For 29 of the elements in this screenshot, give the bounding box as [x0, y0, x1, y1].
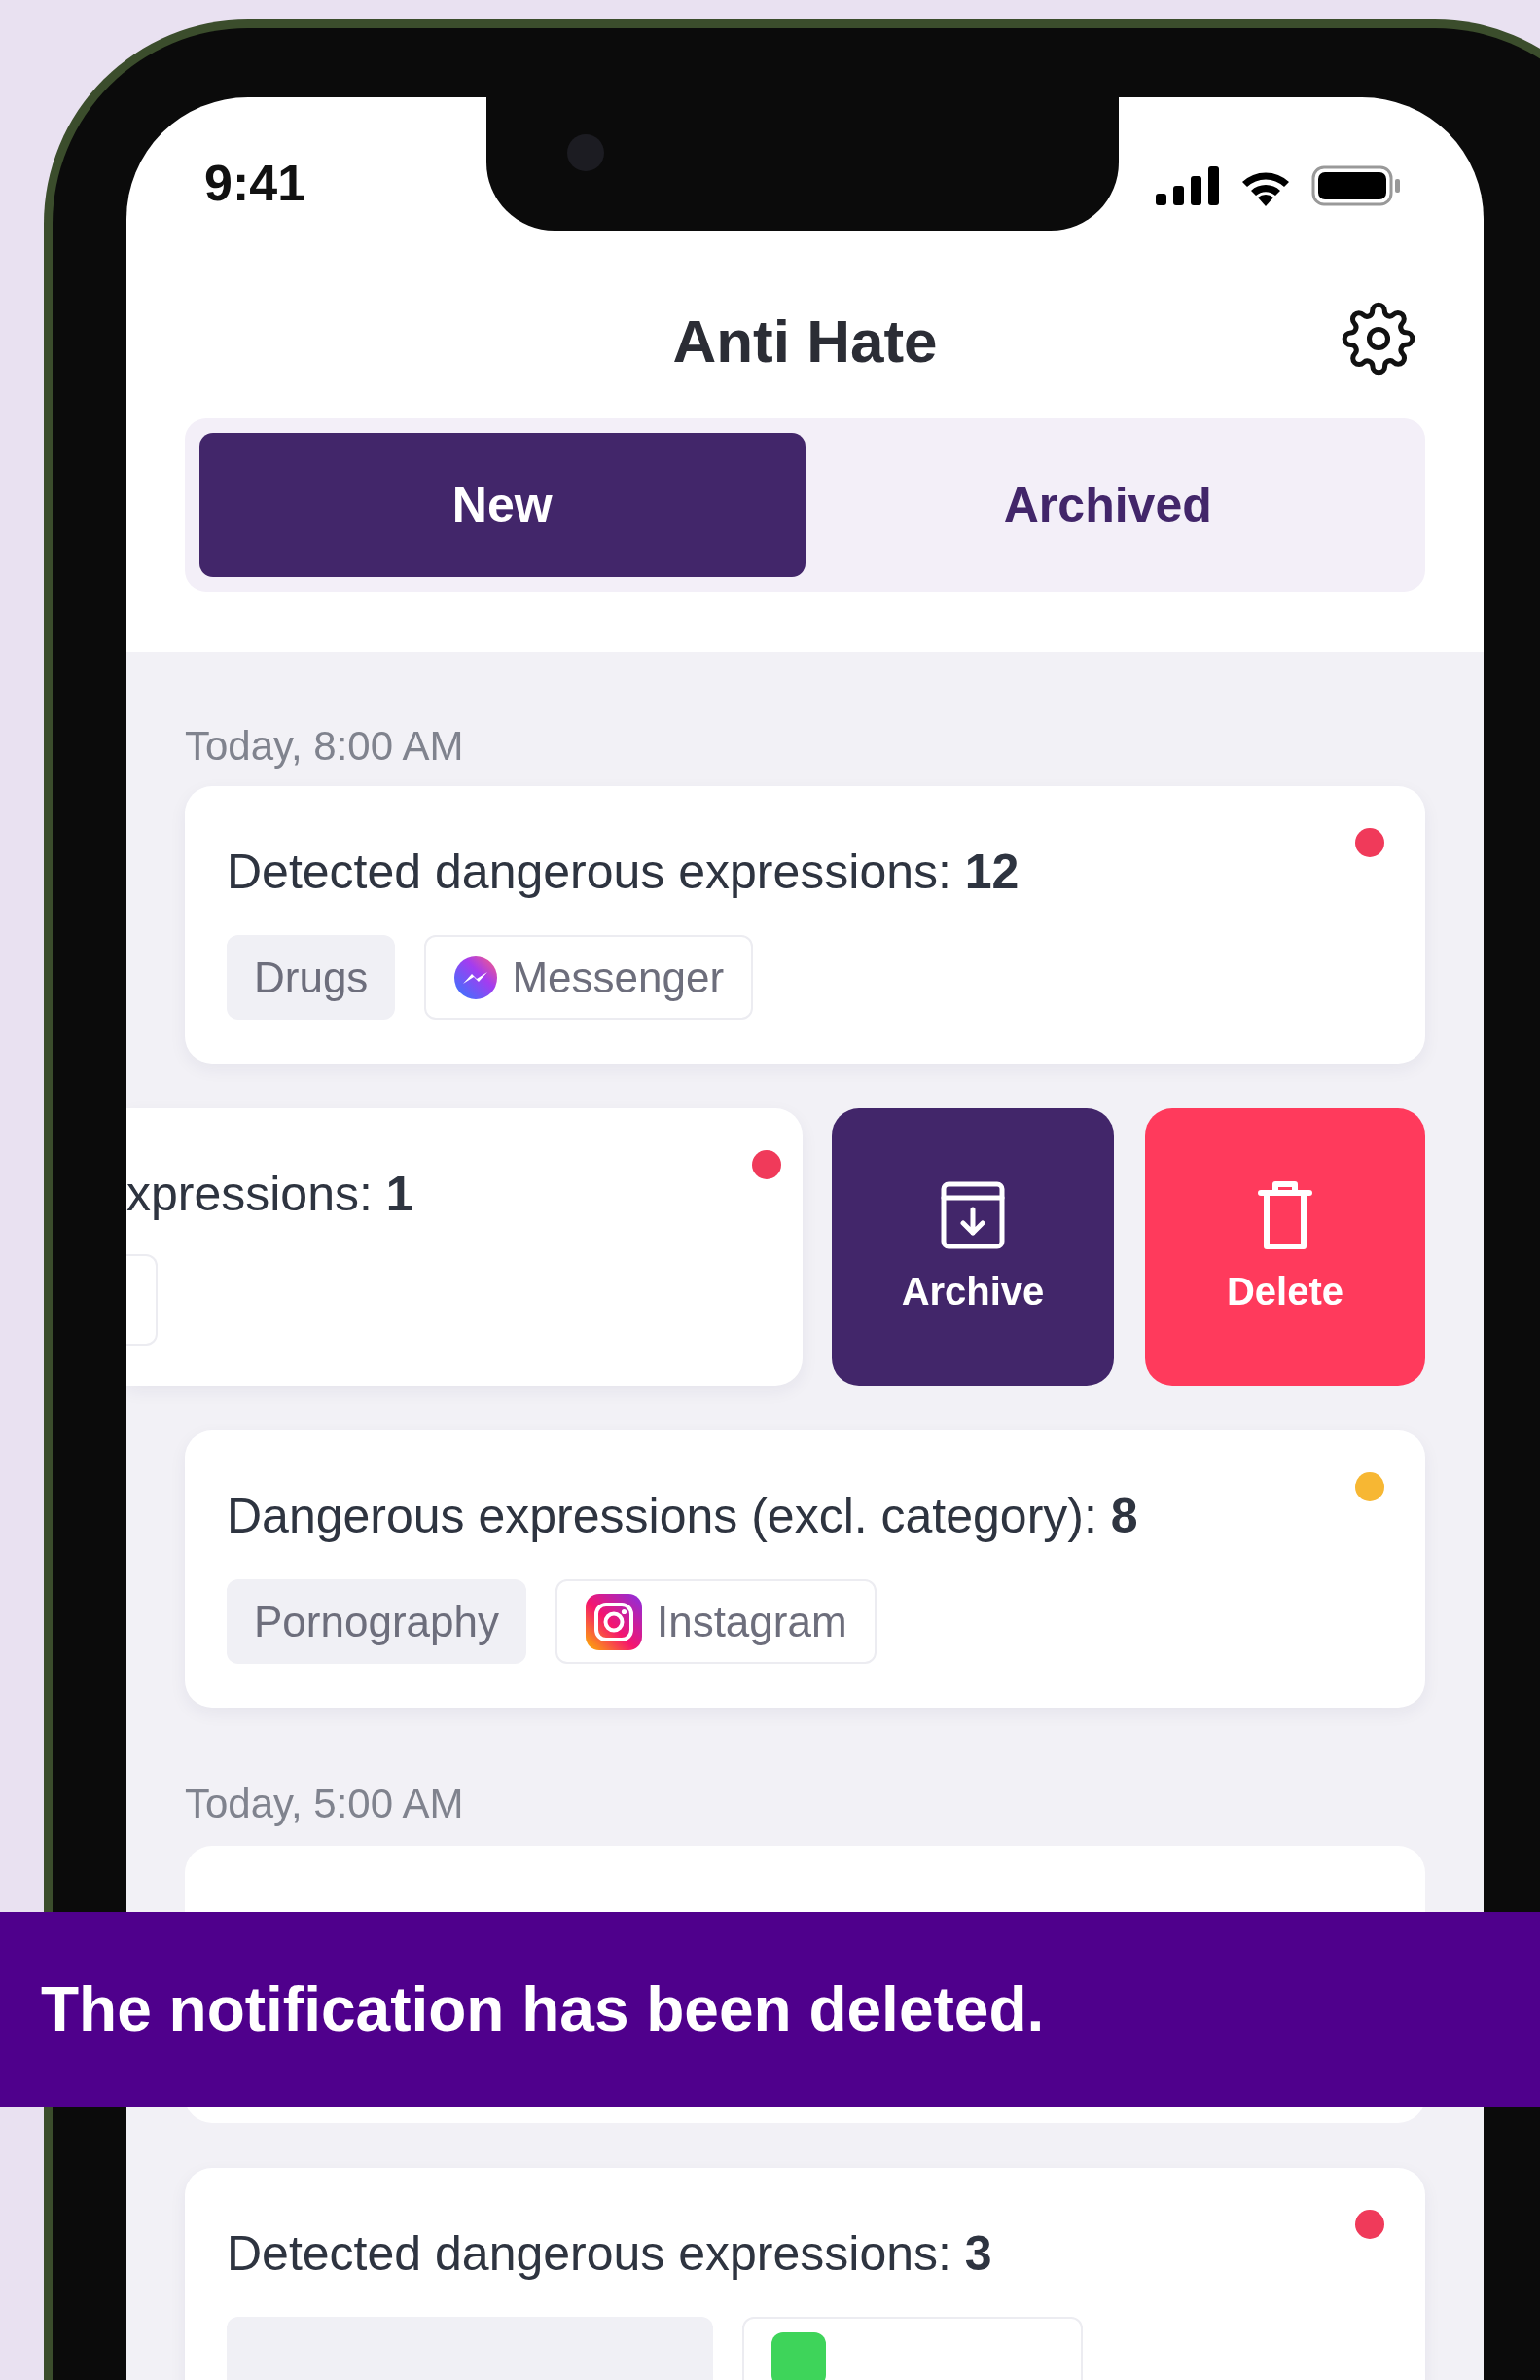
- notification-title: Dangerous expressions (excl. category): 8: [227, 1488, 1139, 1545]
- messenger-icon: [453, 955, 499, 1000]
- status-time: 9:41: [204, 154, 306, 212]
- app-tag: Instagram: [555, 1579, 877, 1664]
- notification-card[interactable]: Detected dangerous expressions: 12 Drugs Messenger: [185, 786, 1425, 1064]
- tab[interactable]: Archived: [805, 433, 1411, 577]
- notification-title: xpressions: 1: [126, 1166, 414, 1223]
- notification-title: Detected dangerous expressions: 12: [227, 844, 1021, 901]
- camera-icon: [567, 134, 604, 171]
- section-heading: Today, 5:00 AM: [185, 1783, 465, 1825]
- trash-icon: [1258, 1180, 1312, 1250]
- signal-icon: [1156, 166, 1220, 205]
- battery-icon: [1311, 165, 1401, 206]
- notification-card[interactable]: Detected dangerous expressions: 3: [185, 2168, 1425, 2380]
- app-title: Anti Hate: [672, 306, 938, 376]
- instagram-icon: [584, 1592, 643, 1651]
- notification-card[interactable]: xpressions: 1: [126, 1108, 803, 1386]
- section-heading: Today, 8:00 AM: [185, 725, 465, 768]
- archive-box-icon: [939, 1180, 1007, 1250]
- category-tag: Drugs: [227, 935, 396, 1020]
- chat-app-icon: [771, 2331, 826, 2380]
- tab[interactable]: New: [199, 433, 806, 577]
- settings-icon[interactable]: [1342, 302, 1415, 376]
- category-tag: Pornography: [227, 1579, 526, 1664]
- toast-message: The notification has been deleted.: [0, 1912, 1540, 2107]
- archive-button[interactable]: Archive: [832, 1108, 1114, 1386]
- notification-title: Detected dangerous expressions: 3: [227, 2225, 993, 2283]
- app-tag: Messenger: [424, 935, 754, 1020]
- notification-card[interactable]: Dangerous expressions (excl. category): 8 Pornography Instagram: [185, 1430, 1425, 1708]
